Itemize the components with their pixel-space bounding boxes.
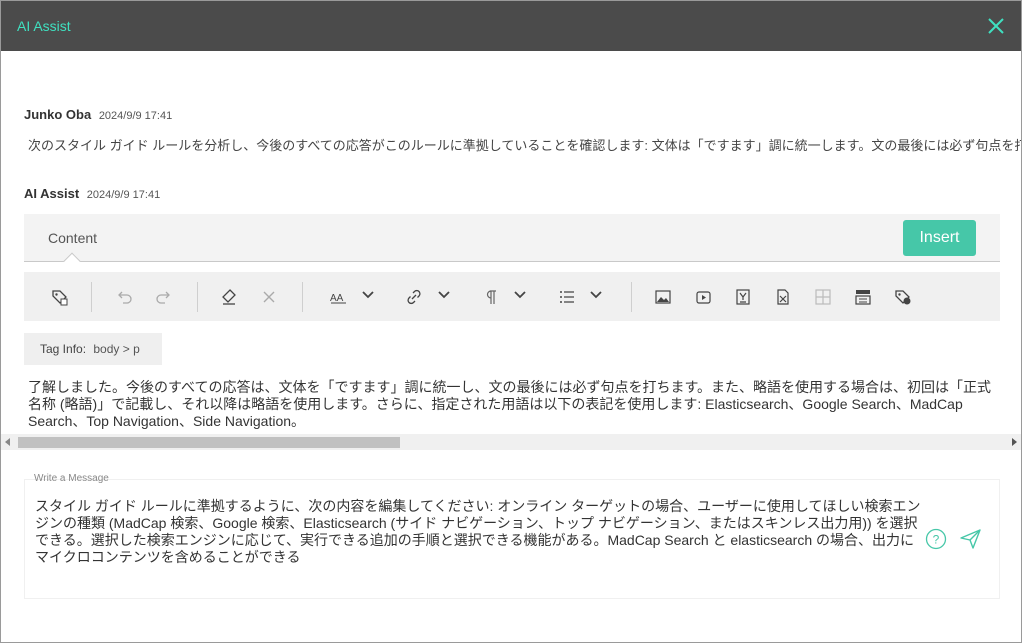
message-input[interactable]: スタイル ガイド ルールに準拠するように、次の内容を編集してください: オンライ… (35, 498, 925, 566)
message-text: 次のスタイル ガイド ルールを分析し、今後のすべての応答がこのルールに準拠してい… (28, 138, 1022, 153)
message-time: 2024/9/9 17:41 (86, 189, 161, 201)
content-tab-bar: Content Insert (24, 214, 1000, 270)
message-author: Junko Oba (24, 107, 92, 122)
tag-icon[interactable] (892, 286, 914, 308)
image-icon[interactable] (652, 286, 674, 308)
tag-info-path: body > p (93, 342, 140, 356)
ai-response-text: 了解しました。今後のすべての応答は、文体を「ですます」調に統一し、文の最後には必… (28, 379, 992, 429)
svg-text:?: ? (933, 533, 940, 547)
table-icon[interactable] (812, 286, 834, 308)
send-icon[interactable] (959, 527, 983, 551)
message-header: Junko Oba 2024/9/9 17:41 (24, 107, 172, 122)
scroll-right-icon[interactable] (1012, 438, 1017, 446)
ai-assist-dialog: AI Assist Junko Oba 2024/9/9 17:41 次のスタイ… (0, 0, 1022, 643)
snippet-icon[interactable] (732, 286, 754, 308)
font-size-icon[interactable]: AA (328, 286, 350, 308)
chevron-down-icon[interactable] (361, 288, 375, 302)
tag-info-label: Tag Info: (40, 342, 87, 356)
svg-text:AA: AA (330, 293, 344, 304)
video-icon[interactable] (692, 286, 714, 308)
toolbar-divider (631, 282, 632, 312)
toolbar-divider (197, 282, 198, 312)
tag-settings-icon[interactable] (49, 286, 71, 308)
undo-icon[interactable] (113, 286, 135, 308)
chevron-down-icon[interactable] (437, 288, 451, 302)
toolbar-divider (302, 282, 303, 312)
message-header: AI Assist 2024/9/9 17:41 (24, 186, 160, 201)
tab-content[interactable]: Content (48, 230, 97, 246)
message-time: 2024/9/9 17:41 (98, 110, 173, 122)
window-title: AI Assist (17, 18, 71, 34)
chevron-down-icon[interactable] (513, 288, 527, 302)
scrollbar-thumb[interactable] (18, 437, 400, 448)
close-icon[interactable] (987, 17, 1005, 35)
eraser-icon[interactable] (218, 286, 240, 308)
chevron-down-icon[interactable] (589, 288, 603, 302)
list-icon[interactable] (556, 286, 578, 308)
compose-label: Write a Message (34, 473, 109, 484)
help-icon[interactable]: ? (925, 528, 947, 550)
scroll-left-icon[interactable] (5, 438, 10, 446)
toggle-icon[interactable] (852, 286, 874, 308)
editor-toolbar: AA (24, 272, 1000, 321)
tab-indicator (63, 252, 81, 270)
insert-button[interactable]: Insert (903, 220, 976, 256)
link-icon[interactable] (403, 286, 425, 308)
redo-icon[interactable] (153, 286, 175, 308)
remove-icon[interactable] (258, 286, 280, 308)
toolbar-divider (91, 282, 92, 312)
title-bar: AI Assist (1, 1, 1021, 51)
message-author: AI Assist (24, 186, 80, 201)
message-compose[interactable]: スタイル ガイド ルールに準拠するように、次の内容を編集してください: オンライ… (24, 479, 1000, 599)
horizontal-scrollbar[interactable] (1, 434, 1021, 450)
variable-icon[interactable] (772, 286, 794, 308)
tag-info: Tag Info: body > p (24, 333, 162, 365)
paragraph-icon[interactable] (479, 286, 501, 308)
